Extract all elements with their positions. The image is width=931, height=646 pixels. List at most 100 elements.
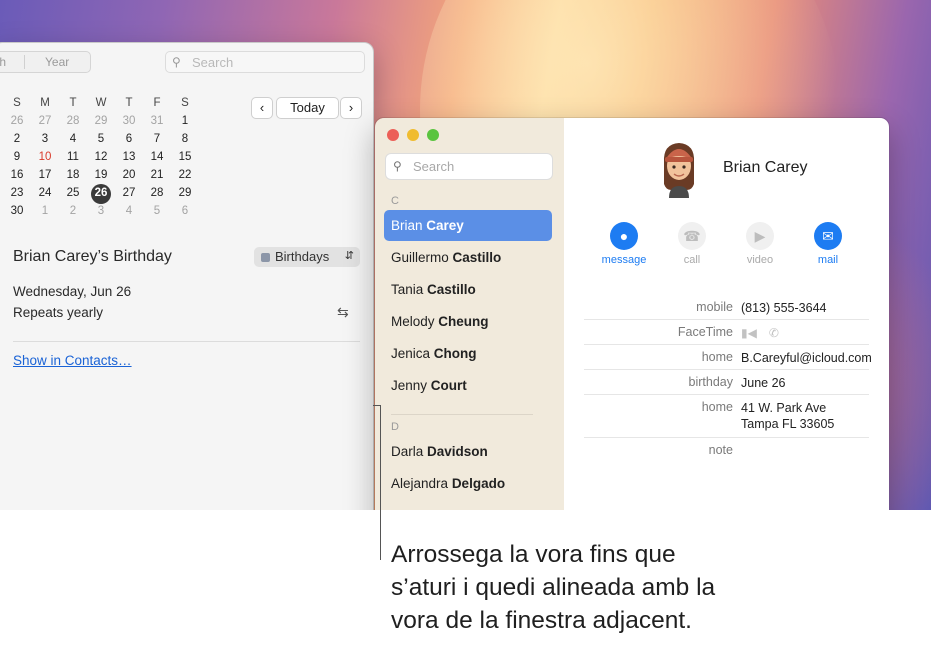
- calendar-day[interactable]: 29: [171, 187, 199, 199]
- contact-name[interactable]: Brian Carey: [723, 159, 807, 177]
- close-window-button[interactable]: [387, 129, 399, 141]
- calendar-day[interactable]: 13: [115, 151, 143, 163]
- calendar-day[interactable]: 12: [87, 151, 115, 163]
- next-month-button[interactable]: ›: [340, 97, 362, 119]
- calendar-day[interactable]: 29: [87, 115, 115, 127]
- calendar-day[interactable]: 28: [59, 115, 87, 127]
- calendar-day[interactable]: 9: [3, 151, 31, 163]
- calendar-day[interactable]: 21: [143, 169, 171, 181]
- weekday-header: S: [13, 97, 21, 109]
- video-button[interactable]: ▶ video: [730, 222, 790, 266]
- calendar-search-field[interactable]: ⚲ Search: [165, 51, 365, 73]
- calendar-day[interactable]: 27: [115, 187, 143, 199]
- search-placeholder: Search: [413, 159, 455, 174]
- event-date[interactable]: Wednesday, Jun 26: [13, 284, 131, 299]
- tab-month[interactable]: th: [0, 55, 6, 69]
- contact-list-item[interactable]: Tania Castillo: [384, 274, 552, 305]
- today-button[interactable]: Today: [276, 97, 339, 119]
- address-line-1[interactable]: 41 W. Park Ave: [741, 400, 826, 416]
- contact-list-item[interactable]: Melody Cheung: [384, 306, 552, 337]
- calendar-day[interactable]: 5: [87, 133, 115, 145]
- calendar-day[interactable]: 17: [31, 169, 59, 181]
- calendar-day[interactable]: 1: [171, 115, 199, 127]
- calendar-day[interactable]: 23: [3, 187, 31, 199]
- mobile-value[interactable]: (813) 555-3644: [741, 300, 826, 316]
- weekday-header: W: [95, 97, 107, 109]
- envelope-icon: ✉: [814, 222, 842, 250]
- search-icon: ⚲: [393, 159, 402, 173]
- calendar-day[interactable]: 6: [171, 205, 199, 217]
- calendar-day[interactable]: 2: [3, 133, 31, 145]
- search-icon: ⚲: [172, 55, 181, 69]
- section-header: D: [391, 421, 399, 433]
- previous-month-button[interactable]: ‹: [251, 97, 273, 119]
- phone-icon[interactable]: ✆: [769, 325, 779, 341]
- event-title[interactable]: Brian Carey’s Birthday: [13, 248, 172, 266]
- message-button[interactable]: ● message: [594, 222, 654, 266]
- calendar-day[interactable]: 28: [143, 187, 171, 199]
- calendar-day[interactable]: 31: [143, 115, 171, 127]
- contacts-window: ⚲ Search C Brian Carey Guillermo Castillo T…: [374, 117, 890, 510]
- contact-list-item[interactable]: Brian Carey: [384, 210, 552, 241]
- last-name: Chong: [433, 346, 477, 361]
- zoom-window-button[interactable]: [427, 129, 439, 141]
- facetime-actions: ▮◀ ✆: [741, 325, 791, 341]
- field-divider: [584, 344, 869, 345]
- calendar-day[interactable]: 26: [3, 115, 31, 127]
- calendar-day[interactable]: 3: [87, 205, 115, 217]
- first-name: Tania: [391, 282, 424, 297]
- calendar-day[interactable]: 19: [87, 169, 115, 181]
- calendar-day[interactable]: 10: [31, 151, 59, 163]
- calendar-day[interactable]: 3: [31, 133, 59, 145]
- minimize-window-button[interactable]: [407, 129, 419, 141]
- weekday-header: F: [153, 97, 161, 109]
- address-line-2[interactable]: Tampa FL 33605: [741, 416, 834, 432]
- calendar-day[interactable]: 30: [3, 205, 31, 217]
- tab-year[interactable]: Year: [45, 55, 69, 69]
- birthday-value[interactable]: June 26: [741, 375, 785, 391]
- contacts-search-input[interactable]: ⚲ Search: [385, 153, 553, 180]
- calendar-day[interactable]: 22: [171, 169, 199, 181]
- calendar-day[interactable]: 15: [171, 151, 199, 163]
- calendar-day[interactable]: 8: [171, 133, 199, 145]
- calendar-day[interactable]: 25: [59, 187, 87, 199]
- calendar-day[interactable]: 26: [87, 187, 115, 199]
- calendar-day[interactable]: 14: [143, 151, 171, 163]
- mail-button[interactable]: ✉ mail: [798, 222, 858, 266]
- email-label: home: [701, 350, 733, 364]
- calendar-day[interactable]: 1: [31, 205, 59, 217]
- contact-list-item[interactable]: Alejandra Delgado: [384, 468, 552, 499]
- show-in-contacts-link[interactable]: Show in Contacts…: [13, 353, 132, 368]
- callout-line-1: Arrossega la vora fins que: [391, 541, 676, 568]
- note-label: note: [708, 443, 733, 457]
- contact-list-item[interactable]: Darla Davidson: [384, 436, 552, 467]
- contact-list-name: Jenica Chong: [391, 338, 477, 369]
- calendar-day[interactable]: 6: [115, 133, 143, 145]
- first-name: Guillermo: [391, 250, 449, 265]
- calendar-day[interactable]: 4: [59, 133, 87, 145]
- calendar-day[interactable]: 16: [3, 169, 31, 181]
- video-camera-icon[interactable]: ▮◀: [741, 325, 757, 341]
- calendar-day[interactable]: 5: [143, 205, 171, 217]
- calendar-day[interactable]: 11: [59, 151, 87, 163]
- calendar-day[interactable]: 18: [59, 169, 87, 181]
- calendar-day[interactable]: 30: [115, 115, 143, 127]
- calendar-day[interactable]: 20: [115, 169, 143, 181]
- calendar-day[interactable]: 24: [31, 187, 59, 199]
- weekday-header: T: [125, 97, 133, 109]
- contact-list-item[interactable]: Jenica Chong: [384, 338, 552, 369]
- memoji-avatar: [663, 143, 695, 198]
- contact-list-name: Alejandra Delgado: [391, 468, 505, 499]
- contact-list-item[interactable]: Guillermo Castillo: [384, 242, 552, 273]
- call-button[interactable]: ☎ call: [662, 222, 722, 266]
- email-value[interactable]: B.Careyful@icloud.com: [741, 350, 872, 366]
- contact-list-item[interactable]: Jenny Court: [384, 370, 552, 401]
- calendar-day[interactable]: 7: [143, 133, 171, 145]
- chevron-left-icon: ‹: [259, 100, 265, 115]
- event-repeat[interactable]: Repeats yearly: [13, 305, 103, 320]
- calendar-day[interactable]: 2: [59, 205, 87, 217]
- phone-icon: ☎: [678, 222, 706, 250]
- calendar-picker[interactable]: Birthdays ⇵: [254, 247, 360, 267]
- calendar-day[interactable]: 27: [31, 115, 59, 127]
- calendar-day[interactable]: 4: [115, 205, 143, 217]
